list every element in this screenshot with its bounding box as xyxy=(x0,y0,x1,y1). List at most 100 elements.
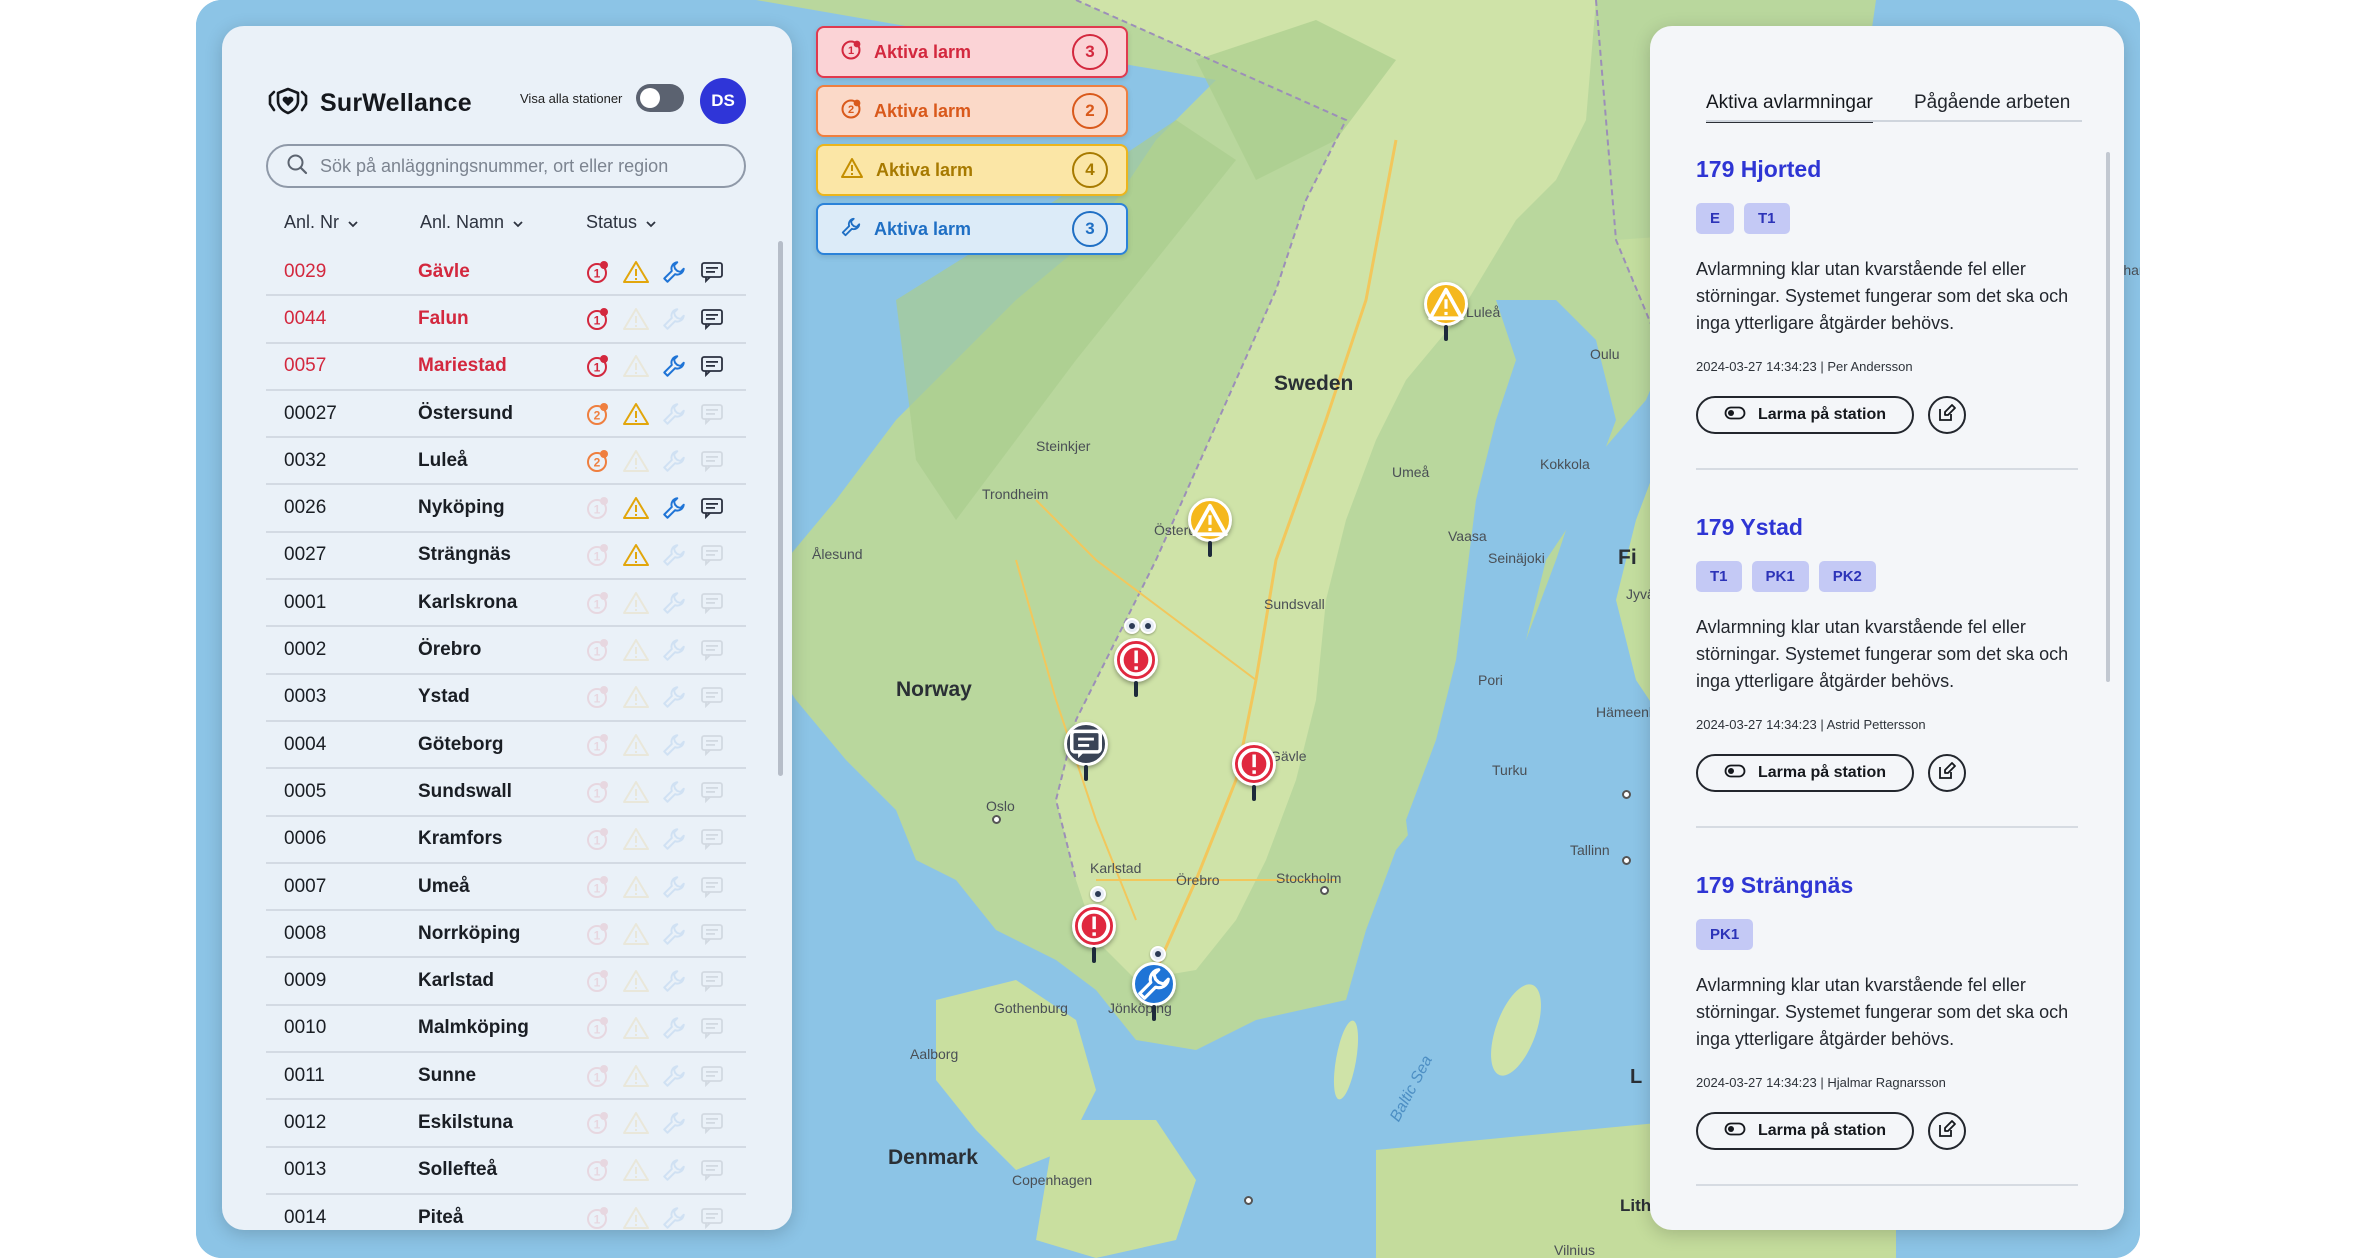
station-name: Gävle xyxy=(418,260,470,282)
message-icon xyxy=(698,447,726,475)
alarm-station-button[interactable]: Larma på station xyxy=(1696,754,1914,792)
station-row[interactable]: 0010 Malmköping 1 xyxy=(266,1006,746,1054)
station-row[interactable]: 0029 Gävle 1 xyxy=(266,249,746,297)
deactivation-title[interactable]: 179 Hjorted xyxy=(1696,156,2086,183)
station-status-icons: 1 xyxy=(584,1109,726,1137)
station-row[interactable]: 0005 Sundswall 1 xyxy=(266,769,746,817)
activity-scrollbar[interactable] xyxy=(2106,152,2110,682)
message-icon xyxy=(698,967,726,995)
warning-icon[interactable] xyxy=(622,541,650,569)
map-label-city: Karlstad xyxy=(1090,860,1142,876)
station-row[interactable]: 0008 Norrköping 1 xyxy=(266,911,746,959)
warning-icon xyxy=(1188,498,1232,542)
tab-ongoing-work[interactable]: Pågående arbeten xyxy=(1914,92,2070,120)
tab-active-deactivations[interactable]: Aktiva avlarmningar xyxy=(1706,92,1873,123)
alarm-station-button-label: Larma på station xyxy=(1757,764,1887,781)
edit-button[interactable] xyxy=(1928,1112,1966,1150)
toggle-icon xyxy=(1724,764,1746,783)
deactivation-title[interactable]: 179 Strängnäs xyxy=(1696,872,2086,899)
alarm-summary-maintenance[interactable]: Aktiva larm 3 xyxy=(816,203,1128,255)
message-icon[interactable] xyxy=(698,494,726,522)
station-row[interactable]: 0009 Karlstad 1 xyxy=(266,958,746,1006)
station-row[interactable]: 0006 Kramfors 1 xyxy=(266,817,746,864)
map-pin-message[interactable] xyxy=(1064,722,1108,782)
column-header-name[interactable]: Anl. Namn xyxy=(420,212,524,233)
alarm-summary-warning[interactable]: Aktiva larm 4 xyxy=(816,144,1128,196)
alarm-summary-critical[interactable]: 1 Aktiva larm 3 xyxy=(816,26,1128,78)
alarm-summary-count: 3 xyxy=(1072,34,1108,70)
map-pin-warning[interactable] xyxy=(1424,282,1468,342)
station-list-scrollbar[interactable] xyxy=(778,241,783,776)
map-pin-alarm[interactable] xyxy=(1072,904,1116,964)
wrench-icon xyxy=(660,636,688,664)
station-row[interactable]: 0027 Strängnäs 1 xyxy=(266,533,746,581)
wrench-icon xyxy=(660,589,688,617)
alarm1-icon[interactable]: 1 xyxy=(584,258,612,286)
station-number: 0032 xyxy=(284,449,327,471)
station-name: Strängnäs xyxy=(418,544,511,566)
message-icon[interactable] xyxy=(698,305,726,333)
user-avatar[interactable]: DS xyxy=(700,78,746,124)
column-header-nr[interactable]: Anl. Nr xyxy=(284,212,359,233)
station-number: 0004 xyxy=(284,733,327,755)
station-row[interactable]: 0012 Eskilstuna 1 xyxy=(266,1100,746,1148)
station-row[interactable]: 0002 Örebro 1 xyxy=(266,627,746,675)
station-status-icons: 1 xyxy=(584,683,726,711)
show-all-stations-toggle[interactable] xyxy=(636,84,685,112)
alarm-summary-high[interactable]: 2 Aktiva larm 2 xyxy=(816,85,1128,137)
station-row[interactable]: 0044 Falun 1 xyxy=(266,296,746,344)
map-pin-maintenance[interactable] xyxy=(1132,962,1176,1022)
map-pin-warning[interactable] xyxy=(1188,498,1232,558)
map-pin-alarm[interactable] xyxy=(1232,742,1276,802)
alarm1-icon[interactable]: 1 xyxy=(584,352,612,380)
message-icon xyxy=(698,400,726,428)
edit-button[interactable] xyxy=(1928,396,1966,434)
station-row[interactable]: 0004 Göteborg 1 xyxy=(266,722,746,770)
brand: SurWellance xyxy=(266,86,472,121)
warning-icon xyxy=(622,1156,650,1184)
station-row[interactable]: 00027 Östersund 2 xyxy=(266,391,746,439)
map-marker-dot[interactable] xyxy=(1140,618,1156,634)
warning-icon[interactable] xyxy=(622,400,650,428)
station-name: Sundswall xyxy=(418,780,512,802)
alarm2-icon[interactable]: 2 xyxy=(584,447,612,475)
map-label-city: Turku xyxy=(1492,762,1528,778)
alarm-station-button[interactable]: Larma på station xyxy=(1696,1112,1914,1150)
message-icon[interactable] xyxy=(698,352,726,380)
warning-icon[interactable] xyxy=(622,494,650,522)
map-marker-dot[interactable] xyxy=(1150,946,1166,962)
wrench-icon xyxy=(660,305,688,333)
search-bar[interactable] xyxy=(266,144,746,188)
station-row[interactable]: 0032 Luleå 2 xyxy=(266,438,746,486)
station-row[interactable]: 0014 Piteå 1 xyxy=(266,1195,746,1230)
alarm-station-button[interactable]: Larma på station xyxy=(1696,396,1914,434)
map-city-dot xyxy=(1622,790,1631,799)
column-header-status[interactable]: Status xyxy=(586,212,657,233)
wrench-icon[interactable] xyxy=(660,494,688,522)
map-marker-dot[interactable] xyxy=(1090,886,1106,902)
wrench-icon xyxy=(840,216,862,243)
wrench-icon[interactable] xyxy=(660,352,688,380)
wrench-icon[interactable] xyxy=(660,258,688,286)
search-input[interactable] xyxy=(320,155,720,177)
station-name: Ystad xyxy=(418,686,470,708)
station-name: Östersund xyxy=(418,402,514,424)
station-row[interactable]: 0026 Nyköping 1 xyxy=(266,485,746,533)
station-row[interactable]: 0057 Mariestad 1 xyxy=(266,344,746,391)
station-row[interactable]: 0007 Umeå 1 xyxy=(266,864,746,912)
svg-text:1: 1 xyxy=(594,928,601,942)
alarm-summary-label: Aktiva larm xyxy=(874,41,972,62)
map-pin-alarm[interactable] xyxy=(1114,638,1158,698)
message-icon[interactable] xyxy=(698,258,726,286)
station-row[interactable]: 0003 Ystad 1 xyxy=(266,675,746,722)
deactivation-title[interactable]: 179 Ystad xyxy=(1696,514,2086,541)
map-marker-dot[interactable] xyxy=(1124,618,1140,634)
station-row[interactable]: 0011 Sunne 1 xyxy=(266,1053,746,1101)
warning-icon[interactable] xyxy=(622,258,650,286)
alarm1-icon[interactable]: 1 xyxy=(584,305,612,333)
alarm2-icon[interactable]: 2 xyxy=(584,400,612,428)
wrench-icon xyxy=(660,400,688,428)
station-row[interactable]: 0001 Karlskrona 1 xyxy=(266,580,746,628)
station-row[interactable]: 0013 Sollefteå 1 xyxy=(266,1148,746,1195)
edit-button[interactable] xyxy=(1928,754,1966,792)
